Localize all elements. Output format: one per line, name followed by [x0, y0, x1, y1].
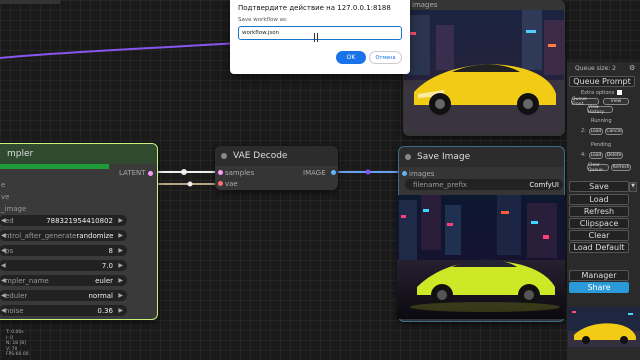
increment-arrow-icon[interactable]: ▶ — [118, 307, 123, 314]
render-stats: T: 0.00s I: 0 N: 18 [8] V: 70 FPS:60.00 — [6, 330, 29, 358]
input-label: _image — [1, 205, 27, 213]
increment-arrow-icon[interactable]: ▶ — [118, 217, 123, 224]
clear-button[interactable]: Clear — [569, 230, 629, 241]
increment-arrow-icon[interactable]: ▶ — [118, 262, 123, 269]
running-index: 2: — [581, 128, 586, 134]
queue-size-label: Queue size: 2 — [575, 65, 616, 72]
stat-fps: FPS:60.00 — [6, 352, 29, 357]
ksampler-progress-bar — [0, 164, 109, 169]
running-label: Running — [591, 118, 612, 124]
cfg-widget[interactable]: ◀ 7.0 ▶ — [0, 260, 127, 271]
stat-nodes: N: 18 [8] — [6, 341, 26, 346]
vae-decode-node[interactable]: VAE Decode samples vae IMAGE — [215, 146, 338, 190]
settings-gear-icon[interactable]: ⚙ — [629, 64, 635, 72]
text-cursor-icon — [314, 33, 318, 42]
decrement-arrow-icon[interactable]: ◀ — [1, 292, 6, 299]
manager-button[interactable]: Manager — [569, 270, 629, 281]
running-cancel-button[interactable]: Cancel — [605, 128, 623, 135]
decrement-arrow-icon[interactable]: ◀ — [1, 307, 6, 314]
pending-delete-button[interactable]: Delete — [605, 152, 623, 159]
decrement-arrow-icon[interactable]: ◀ — [1, 232, 6, 239]
dialog-title: Подтвердите действие на 127.0.0.1:8188 — [238, 4, 391, 12]
dialog-ok-button[interactable]: OK — [336, 51, 366, 64]
vae-input-label: vae — [225, 180, 238, 188]
sampler-name-widget[interactable]: ◀ mpler_name euler ▶ — [0, 275, 127, 286]
vae-input-dot[interactable] — [218, 181, 223, 186]
ksampler-title-bar[interactable]: mpler — [0, 144, 157, 164]
samples-input-label: samples — [225, 169, 255, 177]
increment-arrow-icon[interactable]: ▶ — [118, 277, 123, 284]
top-strip — [0, 0, 60, 4]
generated-image-bottom[interactable] — [397, 195, 565, 319]
image-output-dot[interactable] — [331, 170, 336, 175]
dialog-prompt-label: Save workflow as: — [238, 17, 288, 23]
images-input-label: images — [409, 170, 435, 178]
increment-arrow-icon[interactable]: ▶ — [118, 292, 123, 299]
image-reroute-dot — [365, 169, 371, 175]
clipspace-button[interactable]: Clipspace — [569, 218, 629, 229]
workflow-name-value: workflow.json — [242, 30, 280, 36]
save-image-title-bar[interactable]: Save Image — [399, 147, 564, 167]
pending-load-button[interactable]: Load — [589, 152, 603, 159]
filename-prefix-widget[interactable]: filename_prefix ComfyUI — [405, 179, 563, 190]
neon-car-image — [397, 195, 565, 319]
decrement-arrow-icon[interactable]: ◀ — [1, 247, 6, 254]
pending-index: 4: — [581, 152, 586, 158]
ksampler-node[interactable]: mpler LATENT e ve _image ◀ ed 7883219544… — [0, 143, 158, 320]
decrement-arrow-icon[interactable]: ◀ — [1, 217, 6, 224]
input-label: ve — [1, 193, 10, 201]
collapse-dot-icon[interactable] — [405, 154, 411, 160]
latent-output-dot[interactable] — [148, 171, 153, 176]
pending-label: Pending — [591, 142, 611, 148]
view-history-button[interactable]: View History — [587, 105, 613, 115]
vae-decode-title-bar[interactable]: VAE Decode — [215, 146, 338, 166]
save-workflow-dialog[interactable]: Подтвердите действие на 127.0.0.1:8188 S… — [230, 0, 410, 74]
scheduler-widget[interactable]: ◀ eduler normal ▶ — [0, 290, 127, 301]
increment-arrow-icon[interactable]: ▶ — [118, 232, 123, 239]
refresh-button[interactable]: Refresh — [569, 206, 629, 217]
steps-widget[interactable]: ◀ ps 8 ▶ — [0, 245, 127, 256]
decrement-arrow-icon[interactable]: ◀ — [1, 277, 6, 284]
load-default-button[interactable]: Load Default — [569, 242, 629, 253]
refresh-queue-button[interactable]: Refresh — [611, 164, 631, 171]
queue-prompt-button[interactable]: Queue Prompt — [569, 76, 635, 87]
increment-arrow-icon[interactable]: ▶ — [118, 247, 123, 254]
extra-options-label: Extra options — [581, 90, 615, 96]
save-dropdown-icon[interactable]: ▼ — [629, 182, 637, 192]
workflow-name-input[interactable]: workflow.json — [238, 26, 402, 40]
generated-image-top[interactable] — [404, 10, 564, 132]
save-button[interactable]: Save — [569, 181, 629, 192]
vae-decode-title: VAE Decode — [233, 151, 288, 161]
image-output-label: IMAGE — [303, 169, 326, 177]
denoise-widget[interactable]: ◀ noise 0.36 ▶ — [0, 305, 127, 316]
history-thumbnail[interactable] — [568, 307, 640, 347]
save-image-title: Save Image — [417, 152, 471, 162]
dialog-cancel-button[interactable]: Отмена — [369, 51, 402, 64]
share-button[interactable]: Share — [569, 282, 629, 293]
samples-input-dot[interactable] — [218, 170, 223, 175]
latent-output-label: LATENT — [119, 169, 146, 177]
control-after-generate-widget[interactable]: ◀ ntrol_after_generate randomize ▶ — [0, 230, 127, 241]
images-input-dot[interactable] — [402, 171, 407, 176]
latent-reroute-dot — [181, 169, 187, 175]
preview-node-title: images — [412, 1, 438, 9]
ksampler-title: mpler — [7, 149, 34, 159]
load-button[interactable]: Load — [569, 194, 629, 205]
extra-options-checkbox[interactable] — [617, 90, 622, 95]
clear-queue-button[interactable]: Clear Queue — [587, 163, 609, 173]
yellow-car-image — [404, 10, 564, 132]
thumbnail-car-image — [568, 307, 640, 347]
collapse-dot-icon[interactable] — [221, 153, 227, 159]
running-load-button[interactable]: Load — [589, 128, 603, 135]
vae-reroute-dot — [187, 181, 193, 187]
seed-widget[interactable]: ◀ ed 788321954410802 ▶ — [0, 215, 127, 226]
input-label: e — [1, 181, 6, 189]
decrement-arrow-icon[interactable]: ◀ — [1, 262, 6, 269]
